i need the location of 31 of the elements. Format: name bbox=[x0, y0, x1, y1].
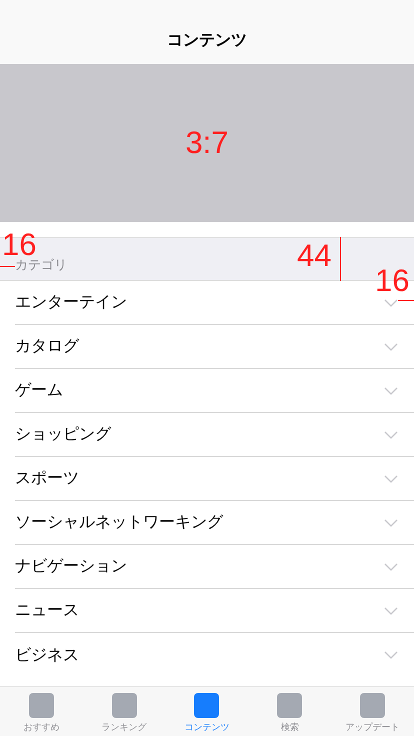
category-label: ナビゲーション bbox=[15, 556, 127, 577]
category-row[interactable]: ニュース bbox=[15, 589, 414, 633]
tab-icon bbox=[277, 693, 302, 718]
category-row[interactable]: ゲーム bbox=[15, 369, 414, 413]
measurement-label: 44 bbox=[297, 243, 332, 270]
category-row[interactable]: ビジネス bbox=[15, 633, 414, 677]
category-label: スポーツ bbox=[15, 468, 79, 489]
tab-icon bbox=[194, 693, 220, 718]
measurement-line bbox=[398, 300, 414, 301]
category-row[interactable]: スポーツ bbox=[15, 457, 414, 501]
category-label: ソーシャルネットワーキング bbox=[15, 512, 223, 533]
measurement-label: 16 bbox=[2, 232, 36, 258]
nav-title: コンテンツ bbox=[167, 30, 247, 51]
category-row[interactable]: カタログ bbox=[15, 325, 414, 369]
section-title: カテゴリ bbox=[15, 257, 67, 274]
measurement-line bbox=[340, 237, 341, 281]
category-label: カタログ bbox=[15, 336, 79, 357]
tab-icon bbox=[360, 693, 386, 718]
category-label: ニュース bbox=[15, 600, 79, 621]
tab-icon bbox=[28, 693, 54, 718]
category-label: ビジネス bbox=[15, 644, 79, 666]
category-label: ゲーム bbox=[15, 380, 63, 401]
category-label: エンターテイン bbox=[15, 292, 127, 313]
tab-icon bbox=[112, 693, 137, 718]
category-row[interactable]: ショッピング bbox=[15, 413, 414, 457]
ratio-label: 3:7 bbox=[185, 130, 229, 156]
tab[interactable]: コンテンツ bbox=[166, 687, 248, 736]
category-label: ショッピング bbox=[15, 424, 111, 445]
measurement-line bbox=[0, 266, 15, 267]
category-row[interactable]: ソーシャルネットワーキング bbox=[15, 501, 414, 545]
category-row[interactable]: ナビゲーション bbox=[15, 545, 414, 589]
